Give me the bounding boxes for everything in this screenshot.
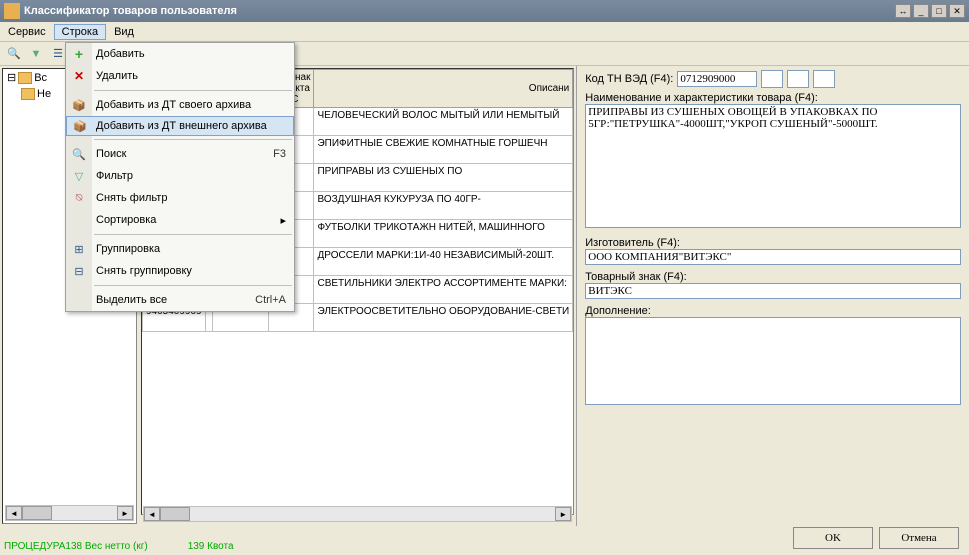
menu-item[interactable]: Сортировка ▸ xyxy=(66,209,294,231)
context-menu: + Добавить ✕ Удалить 📦 Добавить из ДТ своего … xyxy=(65,42,295,312)
menubar: Сервис Строка Вид xyxy=(0,22,969,42)
menu-item[interactable]: 🔍 Поиск F3 xyxy=(66,143,294,165)
name-label: Наименование и характеристики товара (F4… xyxy=(585,92,818,104)
menu-item-label: Добавить xyxy=(96,48,145,60)
detail-panel: Код ТН ВЭД (F4): Наименование и характер… xyxy=(576,66,969,526)
scroll-right-icon[interactable]: ► xyxy=(555,507,571,521)
tree-scrollbar[interactable]: ◄ ► xyxy=(5,505,134,521)
code-box-3[interactable] xyxy=(813,70,835,88)
menu-item[interactable]: ▽ Фильтр xyxy=(66,165,294,187)
tm-label: Товарный знак (F4): xyxy=(585,271,686,283)
toolbar-search-icon[interactable]: 🔍 xyxy=(4,44,24,64)
scroll-thumb[interactable] xyxy=(160,507,190,521)
menu-item-label: Удалить xyxy=(96,70,138,82)
group-icon: ⊞ xyxy=(71,241,87,257)
menu-item-label: Добавить из ДТ внешнего архива xyxy=(96,120,267,132)
menu-row[interactable]: Строка xyxy=(54,24,106,40)
nofunnel-icon: ⍉ xyxy=(71,190,87,206)
scroll-thumb[interactable] xyxy=(22,506,52,520)
menu-item[interactable]: Выделить все Ctrl+A xyxy=(66,289,294,311)
code-box-1[interactable] xyxy=(761,70,783,88)
search-icon: 🔍 xyxy=(71,146,87,162)
menu-service[interactable]: Сервис xyxy=(0,24,54,40)
menu-item-label: Фильтр xyxy=(96,170,133,182)
menu-item-label: Снять фильтр xyxy=(96,192,167,204)
shortcut-label: Ctrl+A xyxy=(255,294,286,306)
menu-item[interactable]: 📦 Добавить из ДТ внешнего архива xyxy=(66,116,294,136)
add-textarea[interactable] xyxy=(585,317,961,405)
menu-item[interactable]: + Добавить xyxy=(66,43,294,65)
scroll-left-icon[interactable]: ◄ xyxy=(144,507,160,521)
maker-label: Изготовитель (F4): xyxy=(585,237,680,249)
maker-input[interactable] xyxy=(585,249,961,265)
submenu-arrow-icon: ▸ xyxy=(280,214,286,227)
shortcut-label: F3 xyxy=(273,148,286,160)
maximize-button[interactable]: □ xyxy=(931,4,947,18)
col-desc[interactable]: Описани xyxy=(314,70,573,108)
menu-item[interactable]: ⊟ Снять группировку xyxy=(66,260,294,282)
code-box-2[interactable] xyxy=(787,70,809,88)
add-label: Дополнение: xyxy=(585,305,651,317)
menu-item-label: Группировка xyxy=(96,243,160,255)
box-icon: 📦 xyxy=(72,118,88,134)
menu-item[interactable]: ⊞ Группировка xyxy=(66,238,294,260)
scroll-left-icon[interactable]: ◄ xyxy=(6,506,22,520)
window-title: Классификатор товаров пользователя xyxy=(24,5,895,17)
menu-item-label: Поиск xyxy=(96,148,126,160)
menu-item[interactable]: ✕ Удалить xyxy=(66,65,294,87)
toolbar-filter-icon[interactable]: ▼ xyxy=(26,44,46,64)
app-icon xyxy=(4,3,20,19)
close-button[interactable]: ✕ xyxy=(949,4,965,18)
status-bar: ПРОЦЕДУРА138 Вес нетто (кг) 139 Квота xyxy=(0,541,969,555)
menu-item-label: Выделить все xyxy=(96,294,167,306)
menu-item[interactable]: ⍉ Снять фильтр xyxy=(66,187,294,209)
funnel-icon: ▽ xyxy=(71,168,87,184)
code-input[interactable] xyxy=(677,71,757,87)
box-icon: 📦 xyxy=(71,97,87,113)
x-icon: ✕ xyxy=(71,68,87,84)
code-label: Код ТН ВЭД (F4): xyxy=(585,73,673,85)
plus-icon: + xyxy=(71,46,87,62)
scroll-right-icon[interactable]: ► xyxy=(117,506,133,520)
menu-item-label: Сортировка xyxy=(96,214,156,226)
tm-input[interactable] xyxy=(585,283,961,299)
folder-icon xyxy=(21,88,35,100)
minimize-button[interactable]: _ xyxy=(913,4,929,18)
menu-view[interactable]: Вид xyxy=(106,24,142,40)
status-left: ПРОЦЕДУРА138 Вес нетто (кг) xyxy=(4,541,148,555)
menu-item[interactable]: 📦 Добавить из ДТ своего архива xyxy=(66,94,294,116)
menu-item-label: Добавить из ДТ своего архива xyxy=(96,99,251,111)
name-textarea[interactable]: ПРИПРАВЫ ИЗ СУШЕНЫХ ОВОЩЕЙ В УПАКОВКАХ П… xyxy=(585,104,961,228)
grid-scrollbar[interactable]: ◄ ► xyxy=(143,506,572,522)
ungroup-icon: ⊟ xyxy=(71,263,87,279)
menu-item-label: Снять группировку xyxy=(96,265,192,277)
titlebar: Классификатор товаров пользователя ↔ _ □… xyxy=(0,0,969,22)
folder-icon xyxy=(18,72,32,84)
status-right: 139 Квота xyxy=(188,541,234,555)
swap-icon[interactable]: ↔ xyxy=(895,4,911,18)
